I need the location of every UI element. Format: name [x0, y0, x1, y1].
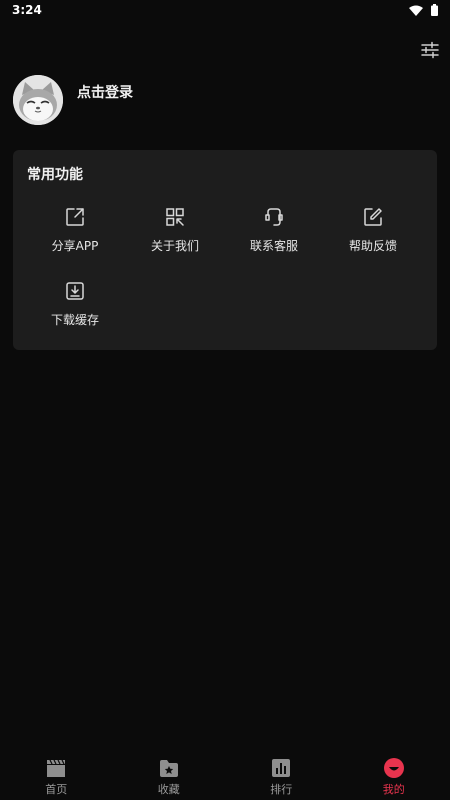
headset-icon [265, 208, 283, 226]
help-feedback-label: 帮助反馈 [348, 239, 397, 253]
nav-label-mine: 我的 [382, 783, 405, 796]
nav-item-ranking[interactable]: 排行 [225, 750, 338, 800]
nav-item-mine[interactable]: 我的 [338, 750, 450, 800]
clapperboard-icon [47, 759, 66, 777]
about-us-label: 关于我们 [150, 239, 199, 253]
nav-item-home[interactable]: 首页 [0, 750, 113, 800]
help-feedback-button[interactable]: 帮助反馈 [325, 202, 421, 262]
share-icon [66, 208, 84, 226]
edit-icon [364, 208, 382, 226]
avatar[interactable] [13, 75, 63, 125]
qrcode-icon [166, 208, 184, 226]
share-app-label: 分享APP [51, 239, 99, 253]
nav-label-ranking: 排行 [270, 783, 293, 796]
share-app-button[interactable]: 分享APP [27, 202, 123, 262]
settings-sliders-icon[interactable] [420, 40, 440, 60]
nav-item-favorites[interactable]: 收藏 [113, 750, 226, 800]
profile-section[interactable]: 点击登录 [13, 75, 133, 125]
cat-avatar-icon [13, 75, 63, 125]
status-time: 3:24 [12, 3, 42, 17]
star-folder-icon [159, 760, 178, 777]
battery-icon [431, 4, 438, 16]
contact-service-button[interactable]: 联系客服 [226, 202, 322, 262]
nav-label-favorites: 收藏 [157, 783, 180, 796]
contact-service-label: 联系客服 [249, 239, 298, 253]
smile-icon [383, 758, 404, 778]
download-cache-button[interactable]: 下载缓存 [27, 276, 123, 336]
login-link[interactable]: 点击登录 [77, 82, 133, 102]
download-cache-label: 下载缓存 [50, 313, 99, 327]
bar-chart-icon [272, 759, 291, 777]
status-icons [409, 4, 438, 16]
status-bar: 3:24 [0, 0, 450, 22]
wifi-icon [409, 5, 423, 16]
bottom-nav: 首页 收藏 排行 我的 [0, 750, 450, 800]
card-title: 常用功能 [27, 167, 83, 183]
download-icon [66, 282, 84, 300]
nav-label-home: 首页 [45, 783, 68, 796]
about-us-button[interactable]: 关于我们 [127, 202, 223, 262]
common-functions-card: 常用功能 分享APP 关于我们 联系客服 帮助反馈 下载缓存 [13, 150, 437, 350]
